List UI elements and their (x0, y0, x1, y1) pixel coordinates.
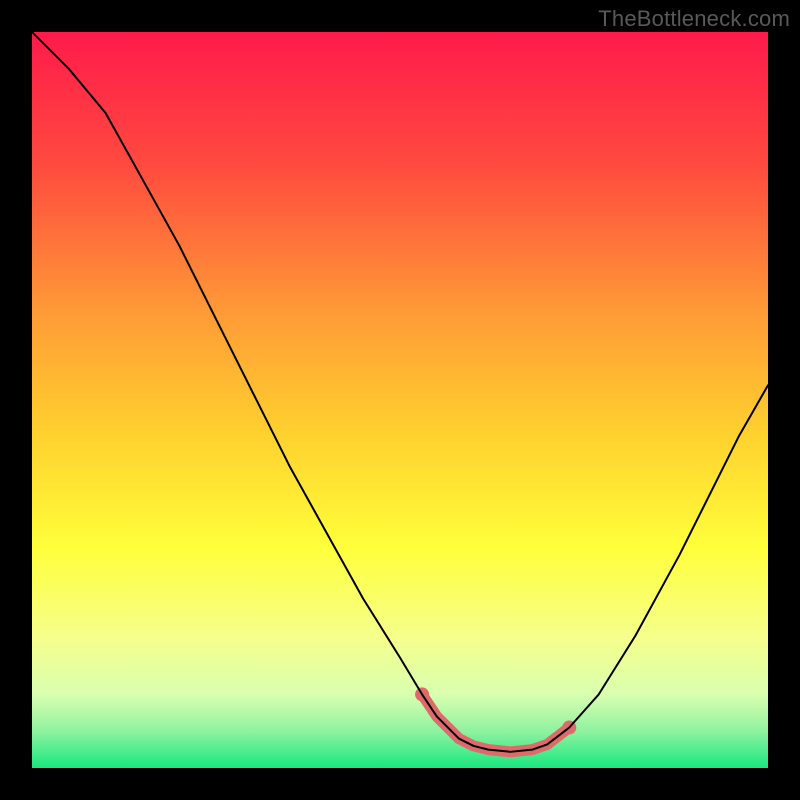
watermark-text: TheBottleneck.com (598, 6, 790, 32)
plot-svg (32, 32, 768, 768)
chart-canvas: TheBottleneck.com (0, 0, 800, 800)
plot-area (32, 32, 768, 768)
